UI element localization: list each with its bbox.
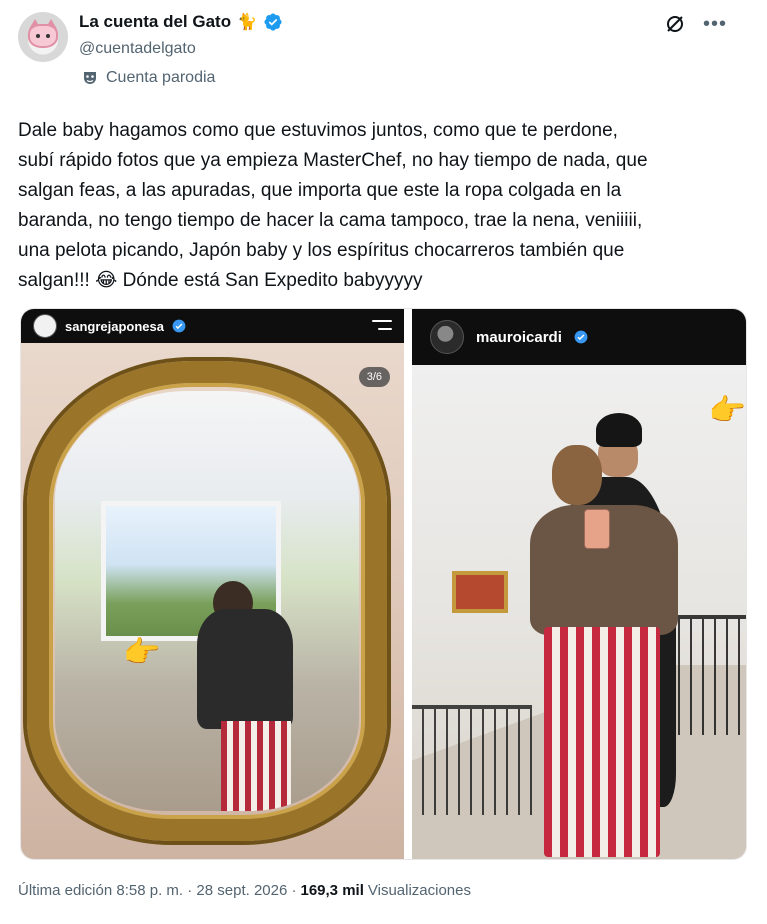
- ig-avatar-left: [33, 314, 57, 338]
- author-avatar[interactable]: [18, 12, 68, 62]
- ig-verified-icon: [172, 319, 186, 333]
- verified-badge-icon[interactable]: [263, 12, 283, 32]
- ig-menu-icon: [372, 320, 392, 332]
- avatar-eye: [36, 34, 40, 38]
- ig-username-left: sangrejaponesa: [65, 318, 164, 334]
- media-image-left[interactable]: sangrejaponesa 3/6 👉: [21, 309, 404, 859]
- avatar-eye: [46, 34, 50, 38]
- mirror-selfie-photo: 3/6 👉: [21, 343, 404, 859]
- mirror-glass: [55, 391, 359, 811]
- avatar-cat-face: [28, 24, 58, 48]
- tweet-top-actions: •••: [665, 14, 727, 34]
- parody-label-row: Cuenta parodia: [82, 69, 215, 87]
- iron-railing: [412, 705, 532, 815]
- more-horizontal-icon[interactable]: •••: [703, 14, 727, 34]
- couple-photo: 👉: [412, 365, 746, 859]
- ig-header-left: sangrejaponesa: [21, 309, 404, 343]
- pointing-hand-emoji-icon: 👉: [123, 636, 161, 669]
- author-handle[interactable]: @cuentadelgato: [79, 40, 196, 58]
- tweet-media[interactable]: sangrejaponesa 3/6 👉 mauroicardi 👉: [20, 308, 747, 860]
- tweet-card: La cuenta del Gato 🐈 @cuentadelgato Cuen…: [0, 0, 767, 924]
- grok-icon[interactable]: [665, 14, 685, 34]
- views-count: 169,3 mil: [300, 882, 364, 899]
- striped-pants: [221, 721, 291, 811]
- ig-header-right: mauroicardi: [412, 309, 746, 365]
- ig-username-right: mauroicardi: [476, 328, 562, 346]
- media-image-right[interactable]: mauroicardi 👉: [412, 309, 746, 859]
- photo-counter: 3/6: [358, 367, 390, 387]
- pointing-hand-emoji-icon: 👉: [708, 394, 746, 427]
- cat-emoji-icon: 🐈: [237, 14, 258, 31]
- parody-label: Cuenta parodia: [106, 69, 216, 86]
- woman-head: [552, 445, 602, 505]
- phone: [584, 509, 610, 549]
- ig-avatar-right: [430, 320, 464, 354]
- ig-verified-icon: [574, 330, 588, 344]
- tweet-footer: Última edición 8:58 p. m. · 28 sept. 202…: [18, 882, 471, 899]
- edited-timestamp[interactable]: Última edición 8:58 p. m. · 28 sept. 202…: [18, 882, 296, 899]
- person-jacket: [197, 609, 293, 729]
- man-cap: [596, 413, 642, 447]
- tweet-text: Dale baby hagamos como que estuvimos jun…: [18, 120, 648, 291]
- views-label: Visualizaciones: [367, 882, 471, 899]
- author-name-row: La cuenta del Gato 🐈: [79, 12, 283, 32]
- mask-icon: [84, 72, 96, 84]
- striped-pants: [544, 627, 660, 857]
- author-display-name[interactable]: La cuenta del Gato: [79, 12, 231, 32]
- wall-painting: [452, 571, 508, 613]
